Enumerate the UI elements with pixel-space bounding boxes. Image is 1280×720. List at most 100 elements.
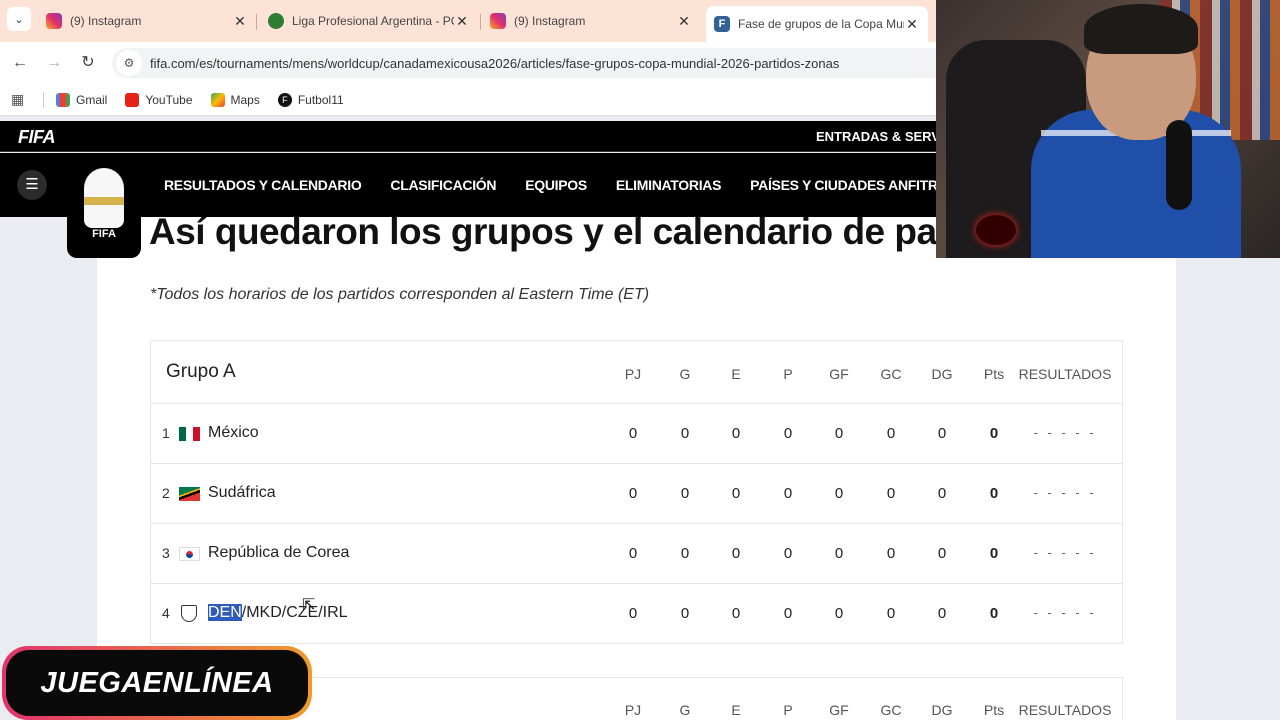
close-icon[interactable]: ✕: [454, 13, 470, 30]
tab-divider: [256, 14, 257, 30]
nav-clasificacion[interactable]: CLASIFICACIÓN: [390, 177, 496, 193]
col-pj: PJ: [624, 702, 642, 718]
bookmark-maps[interactable]: Maps: [210, 92, 260, 107]
table-row[interactable]: 3 República de Corea 0 0 0 0 0 0 0 0 - -…: [151, 524, 1122, 584]
nav-eliminatorias[interactable]: ELIMINATORIAS: [616, 177, 722, 193]
forward-arrow-icon[interactable]: →: [43, 52, 65, 74]
mexico-flag: [179, 427, 200, 441]
team-name[interactable]: México: [208, 424, 259, 442]
streamer-hair: [1084, 4, 1198, 54]
stat-gf: 0: [834, 425, 844, 442]
brand-badge: JUEGAENLÍNEA: [2, 646, 312, 720]
address-bar[interactable]: ⚙ fifa.com/es/tournaments/mens/worldcup/…: [112, 48, 942, 78]
apps-grid-icon[interactable]: ▦: [11, 91, 27, 108]
col-pts: Pts: [983, 366, 1005, 382]
stat-dg: 0: [937, 605, 947, 622]
stat-dg: 0: [937, 485, 947, 502]
site-info-icon[interactable]: ⚙: [116, 50, 142, 76]
tab-liga[interactable]: Liga Profesional Argentina - PO ✕: [260, 6, 478, 36]
stat-e: 0: [731, 485, 741, 502]
team-name-rest: /MKD/CZE/IRL: [241, 604, 348, 621]
position: 3: [162, 545, 170, 561]
brand-text: JUEGAENLÍNEA: [6, 650, 308, 716]
stat-p: 0: [783, 545, 793, 562]
tab-divider: [480, 14, 481, 30]
browser-tabstrip: ⌄ (9) Instagram ✕ Liga Profesional Argen…: [0, 0, 936, 42]
gmail-icon: [56, 92, 70, 107]
bookmark-label: Futbol11: [297, 92, 344, 107]
stat-pj: 0: [628, 605, 638, 622]
article-content: Así quedaron los grupos y el calendario …: [97, 217, 1176, 720]
nav-resultados[interactable]: RESULTADOS Y CALENDARIO: [164, 177, 362, 193]
stat-g: 0: [680, 605, 690, 622]
stat-gc: 0: [886, 545, 896, 562]
stat-gc: 0: [886, 605, 896, 622]
stat-e: 0: [731, 605, 741, 622]
tab-fifa-active[interactable]: F Fase de grupos de la Copa Mun ✕: [706, 6, 928, 42]
close-icon[interactable]: ✕: [676, 13, 692, 30]
south-africa-flag: [179, 487, 200, 501]
world-cup-2026-logo[interactable]: FIFA: [67, 160, 141, 258]
col-gf: GF: [829, 702, 849, 718]
stat-gf: 0: [834, 605, 844, 622]
selected-text: DEN: [208, 604, 242, 621]
col-dg: DG: [931, 702, 953, 718]
bookmark-futbol11[interactable]: F Futbol11: [277, 92, 344, 107]
fifa-icon: F: [714, 16, 730, 32]
table-header: Grupo A PJ G E P GF GC DG Pts RESULTADOS: [151, 341, 1122, 404]
fifa-top-bar: FIFA ENTRADAS & SERVICIO: [0, 121, 936, 152]
trophy-icon: [84, 168, 124, 228]
instagram-icon: [46, 13, 62, 29]
menu-icon[interactable]: ☰: [17, 170, 47, 200]
close-icon[interactable]: ✕: [904, 16, 920, 33]
col-p: P: [783, 702, 793, 718]
stat-pj: 0: [628, 545, 638, 562]
bookmark-youtube[interactable]: YouTube: [125, 92, 193, 107]
col-gc: GC: [880, 366, 902, 382]
browser-toolbar: ← → ↻ ⚙ fifa.com/es/tournaments/mens/wor…: [0, 42, 942, 84]
table-row[interactable]: 1 México 0 0 0 0 0 0 0 0 - - - - -: [151, 404, 1122, 464]
col-resultados: RESULTADOS: [1018, 702, 1112, 718]
nav-equipos[interactable]: EQUIPOS: [525, 177, 587, 193]
bookmarks-bar: ▦ Gmail YouTube Maps F Futbol11: [0, 84, 936, 116]
position: 1: [162, 425, 170, 441]
stat-pj: 0: [628, 485, 638, 502]
team-name[interactable]: DEN/MKD/CZE/IRL: [208, 604, 348, 622]
tickets-link[interactable]: ENTRADAS & SERVICIO: [816, 129, 936, 144]
stat-e: 0: [731, 425, 741, 442]
stat-dg: 0: [937, 545, 947, 562]
futbol11-icon: F: [277, 92, 292, 107]
stat-pts: 0: [989, 605, 999, 622]
bookmark-gmail[interactable]: Gmail: [56, 92, 107, 107]
webcam-overlay: [936, 0, 1280, 258]
stat-pts: 0: [989, 545, 999, 562]
instagram-icon: [490, 13, 506, 29]
col-e: E: [731, 366, 741, 382]
timezone-note: *Todos los horarios de los partidos corr…: [150, 286, 650, 303]
position: 2: [162, 485, 170, 501]
tab-instagram-1[interactable]: (9) Instagram ✕: [38, 6, 256, 36]
stat-g: 0: [680, 485, 690, 502]
youtube-icon: [125, 92, 140, 107]
col-e: E: [731, 702, 741, 718]
fifa-logo[interactable]: FIFA: [18, 127, 56, 148]
col-gf: GF: [829, 366, 849, 382]
article-headline: Así quedaron los grupos y el calendario …: [149, 217, 937, 252]
results: - - - - -: [1033, 545, 1097, 560]
mouse-cursor-icon: ⇱: [302, 597, 316, 614]
team-name[interactable]: República de Corea: [208, 544, 349, 562]
stat-p: 0: [783, 605, 793, 622]
team-name[interactable]: Sudáfrica: [208, 484, 276, 502]
reload-icon[interactable]: ↻: [77, 52, 99, 74]
tab-title: (9) Instagram: [70, 14, 142, 28]
tab-title: Liga Profesional Argentina - PO: [292, 14, 454, 28]
tab-search-chevron-icon[interactable]: ⌄: [7, 7, 31, 31]
table-row[interactable]: 4 DEN/MKD/CZE/IRL 0 0 0 0 0 0 0 0 - - - …: [151, 584, 1122, 644]
tab-instagram-2[interactable]: (9) Instagram ✕: [482, 6, 700, 36]
back-arrow-icon[interactable]: ←: [9, 52, 31, 74]
nav-links: RESULTADOS Y CALENDARIO CLASIFICACIÓN EQ…: [164, 177, 1010, 193]
col-pj: PJ: [624, 366, 642, 382]
stat-g: 0: [680, 545, 690, 562]
close-icon[interactable]: ✕: [232, 13, 248, 30]
table-row[interactable]: 2 Sudáfrica 0 0 0 0 0 0 0 0 - - - - -: [151, 464, 1122, 524]
